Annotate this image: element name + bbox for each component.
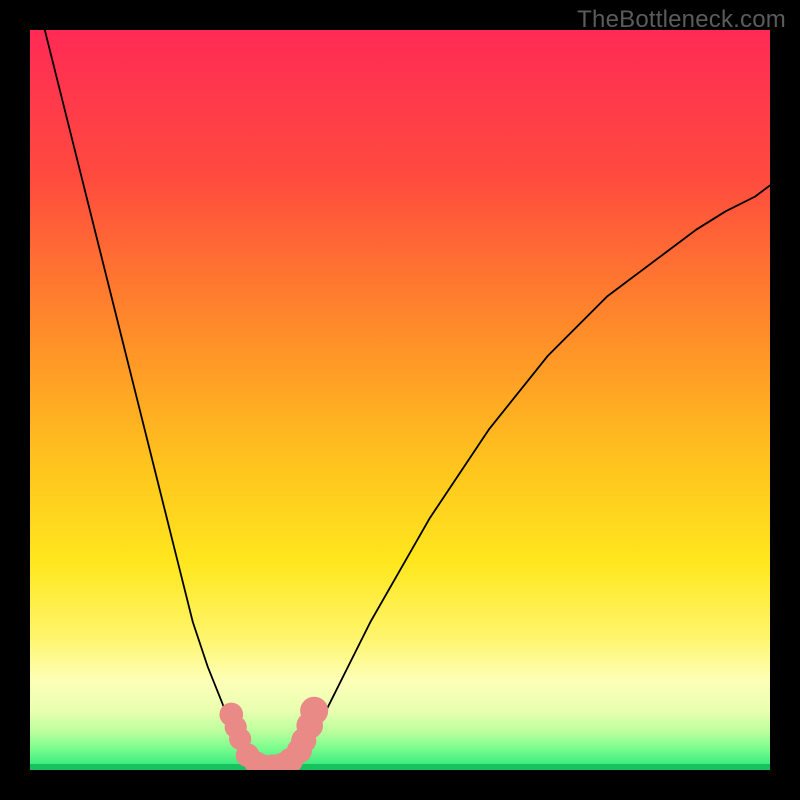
chart-frame: TheBottleneck.com	[0, 0, 800, 800]
chart-svg	[30, 30, 770, 770]
marker-dot	[300, 697, 328, 725]
bottom-strip	[30, 764, 770, 770]
gradient-bg	[30, 30, 770, 770]
plot-area	[30, 30, 770, 770]
